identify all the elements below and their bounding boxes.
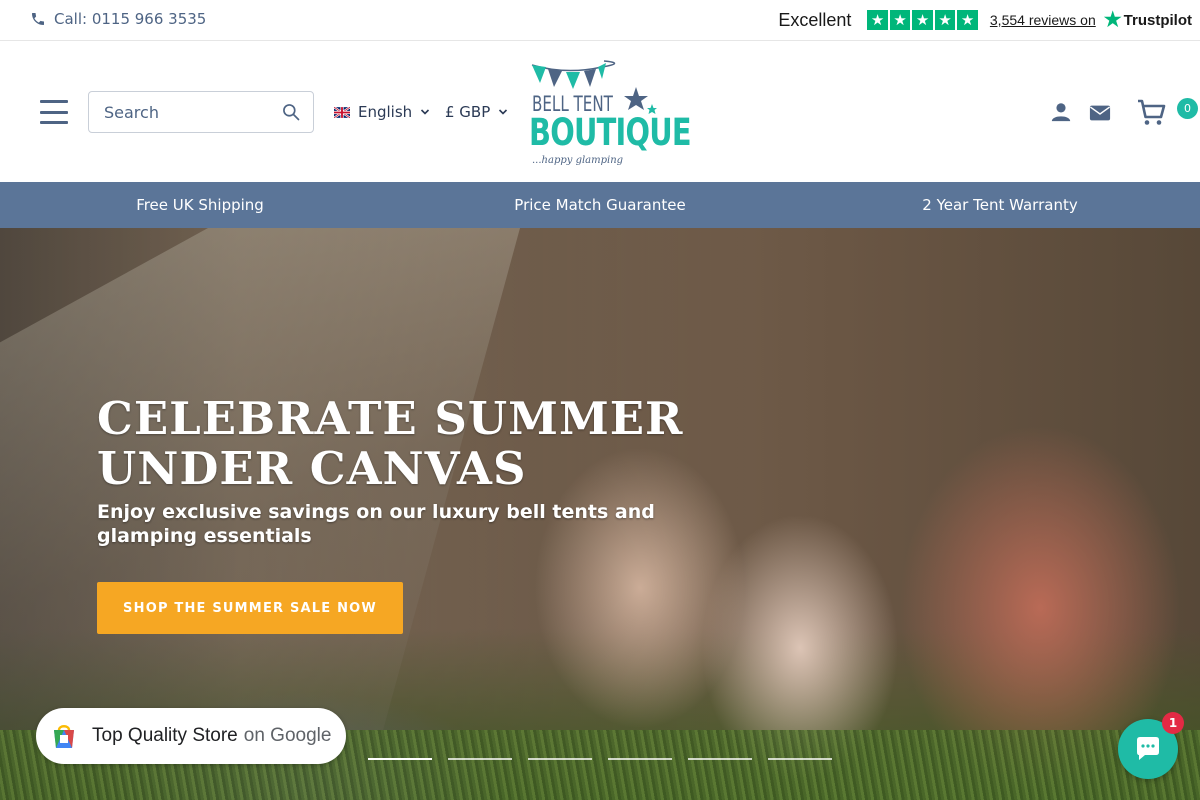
google-store-badge[interactable]: Top Quality Store on Google xyxy=(36,708,346,764)
trustpilot-stars: ★ ★ ★ ★ ★ xyxy=(867,10,978,30)
trustpilot-logo: ★ Trustpilot xyxy=(1104,10,1192,30)
slide-indicator[interactable] xyxy=(368,758,432,760)
currency-selector[interactable]: £ GBP xyxy=(445,103,508,121)
trustpilot-brand: Trustpilot xyxy=(1123,11,1192,29)
trustpilot-widget[interactable]: Excellent ★ ★ ★ ★ ★ 3,554 reviews on ★ T… xyxy=(778,9,1192,31)
search-box xyxy=(88,91,314,133)
shop-sale-button[interactable]: SHOP THE SUMMER SALE NOW xyxy=(97,582,403,634)
mail-icon[interactable] xyxy=(1089,104,1111,122)
chevron-down-icon xyxy=(499,109,508,115)
logo-text-main: BOUTIQUE xyxy=(529,111,692,154)
star-icon: ★ xyxy=(889,10,911,30)
slide-indicator[interactable] xyxy=(448,758,512,760)
slide-indicator[interactable] xyxy=(608,758,672,760)
chat-bubble-icon xyxy=(1137,737,1159,760)
search-icon[interactable] xyxy=(281,102,301,122)
menu-icon[interactable] xyxy=(40,100,68,124)
google-badge-text: Top Quality Store xyxy=(92,725,238,746)
site-header: English £ GBP BELL TENT BOUTIQUE ...happ… xyxy=(0,41,1200,182)
google-badge-suffix: on Google xyxy=(243,725,332,746)
account-icon[interactable] xyxy=(1050,101,1072,123)
phone-number: Call: 0115 966 3535 xyxy=(54,10,207,28)
currency-label: £ GBP xyxy=(445,103,491,121)
promo-free-shipping[interactable]: Free UK Shipping xyxy=(0,182,400,228)
star-icon: ★ xyxy=(934,10,956,30)
trustpilot-star-icon: ★ xyxy=(1103,9,1122,31)
promo-warranty[interactable]: 2 Year Tent Warranty xyxy=(800,182,1200,228)
search-input[interactable] xyxy=(104,102,274,122)
trustpilot-reviews-link[interactable]: 3,554 reviews on xyxy=(990,12,1096,28)
uk-flag-icon xyxy=(334,106,350,118)
phone-icon xyxy=(32,13,44,25)
star-icon: ★ xyxy=(867,10,888,30)
language-label: English xyxy=(358,103,413,121)
chevron-down-icon xyxy=(421,109,430,115)
star-icon: ★ xyxy=(957,10,978,30)
logo-tagline: ...happy glamping xyxy=(532,155,624,166)
promo-price-match[interactable]: Price Match Guarantee xyxy=(400,182,800,228)
slide-indicator[interactable] xyxy=(768,758,832,760)
site-logo[interactable]: BELL TENT BOUTIQUE ...happy glamping xyxy=(526,57,692,172)
top-bar: Call: 0115 966 3535 Excellent ★ ★ ★ ★ ★ … xyxy=(0,0,1200,41)
chat-notification-badge: 1 xyxy=(1162,712,1184,734)
language-selector[interactable]: English xyxy=(334,103,430,121)
google-shopping-bag-icon xyxy=(54,725,74,748)
promo-bar: Free UK Shipping Price Match Guarantee 2… xyxy=(0,182,1200,228)
cart-icon[interactable] xyxy=(1136,97,1166,127)
slide-indicator[interactable] xyxy=(528,758,592,760)
phone-link[interactable]: Call: 0115 966 3535 xyxy=(30,10,206,28)
cart-count-badge: 0 xyxy=(1177,98,1198,119)
hero-subtitle: Enjoy exclusive savings on our luxury be… xyxy=(97,501,655,547)
trustpilot-rating-text: Excellent xyxy=(778,9,852,30)
hero-title: CELEBRATE SUMMER UNDER CANVAS xyxy=(97,392,684,495)
slideshow-indicators xyxy=(368,758,832,760)
star-icon: ★ xyxy=(912,10,933,30)
slide-indicator[interactable] xyxy=(688,758,752,760)
